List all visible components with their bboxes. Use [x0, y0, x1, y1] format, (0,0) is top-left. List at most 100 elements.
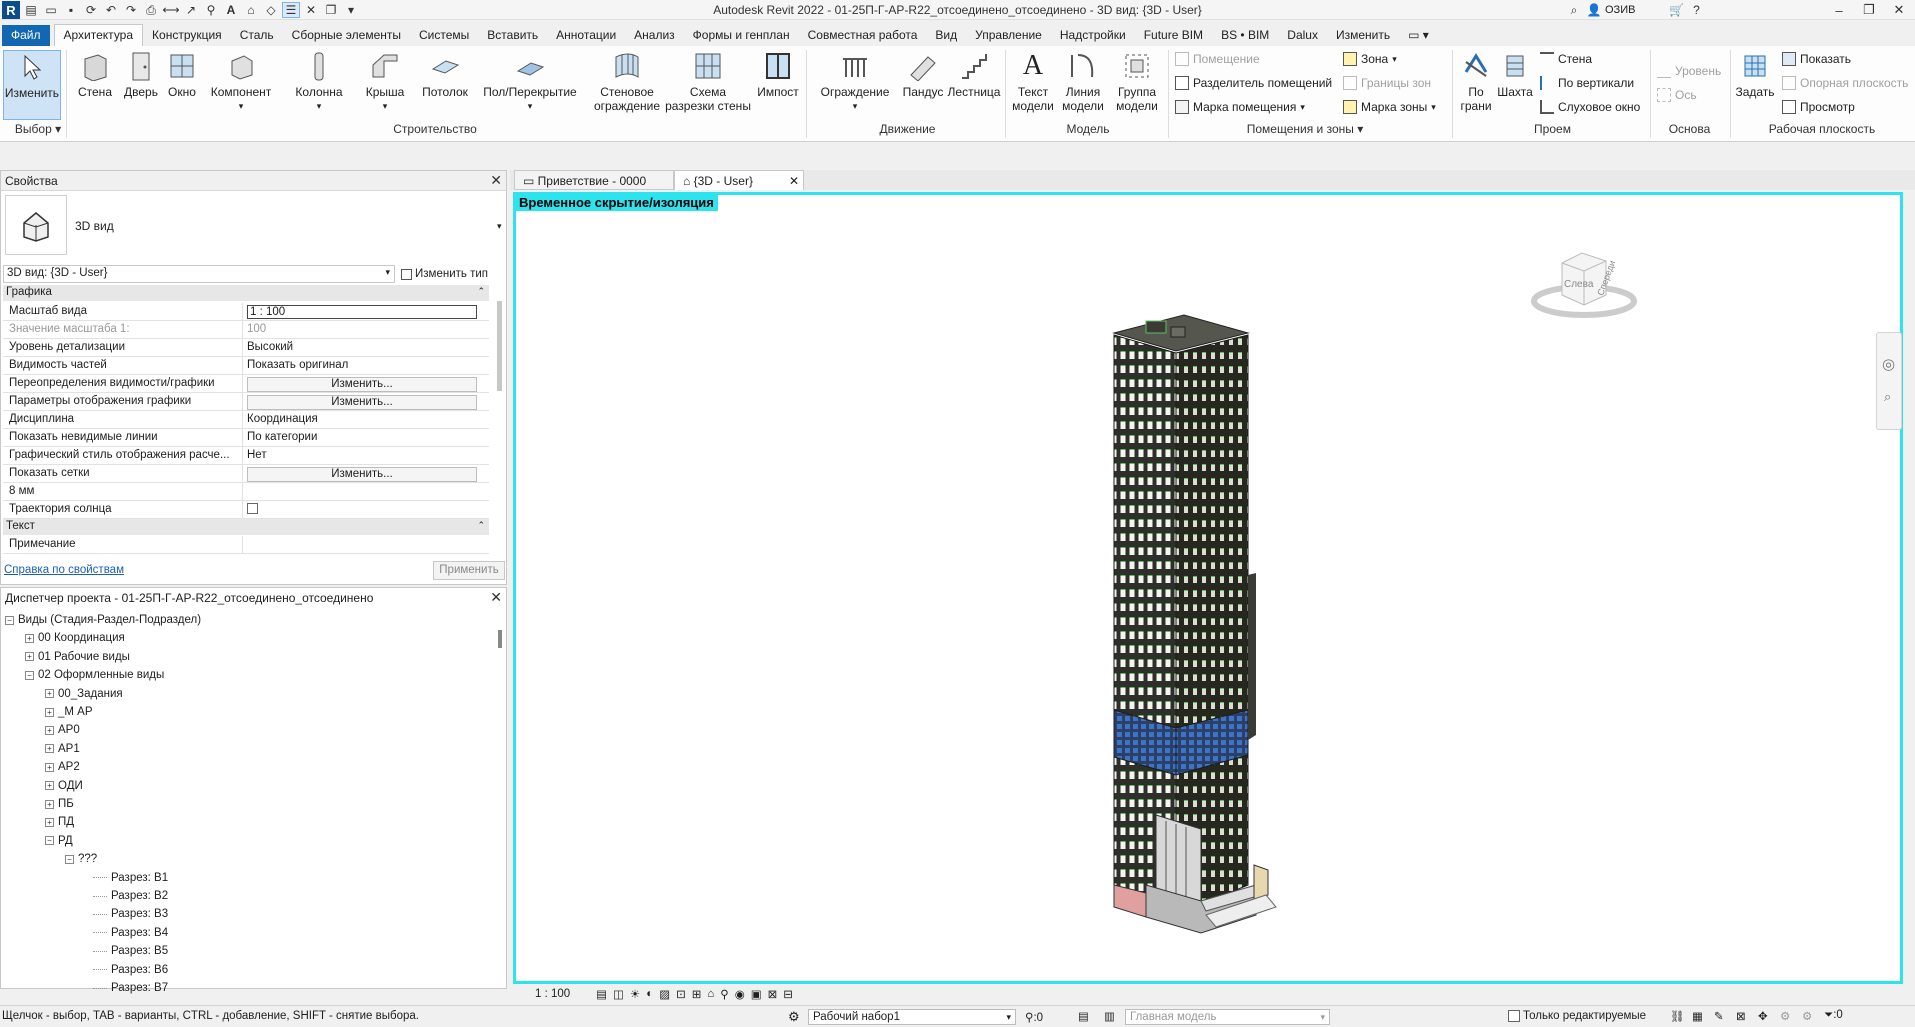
curtain-system-button[interactable]: Стеновое ограждение [592, 50, 662, 113]
room-separator-button[interactable]: Разделитель помещений [1175, 76, 1332, 90]
expand-toggle-icon[interactable]: − [5, 615, 14, 625]
tree-folder[interactable]: + ОДИ [45, 780, 83, 792]
ribbon-options-icon[interactable]: ▭ ▾ [1399, 25, 1438, 46]
type-name[interactable]: 3D вид [75, 219, 114, 233]
room-button[interactable]: Помещение [1175, 52, 1260, 66]
property-value[interactable]: 1 : 100 [243, 303, 489, 320]
expand-toggle-icon[interactable]: + [45, 781, 54, 791]
instance-selector[interactable]: 3D вид: {3D - User} ▾ [3, 265, 395, 283]
category-graphics[interactable]: Графика ⌃ [3, 285, 489, 301]
cart-icon[interactable]: 🛒 [1667, 2, 1685, 18]
expand-toggle-icon[interactable]: − [45, 836, 54, 846]
tree-folder[interactable]: + ПБ [45, 798, 74, 810]
select-links-icon[interactable]: ⛓ [1670, 1009, 1685, 1023]
design-option-selector[interactable]: Главная модель ▾ [1125, 1009, 1330, 1025]
property-value[interactable] [243, 501, 489, 518]
tree-folder[interactable]: +00 Координация [25, 632, 125, 644]
close-icon[interactable]: ✕ [490, 589, 502, 606]
tab-0[interactable]: Файл [2, 25, 50, 46]
viewcube-left-face[interactable]: Слева [1564, 279, 1593, 290]
property-value[interactable]: Высокий [243, 339, 489, 356]
property-row[interactable]: Дисциплина Координация [3, 411, 489, 429]
filter-icon[interactable]: ⏷:0 [1824, 1009, 1843, 1022]
tree-item-section[interactable]: Разрез: В7 [93, 982, 168, 994]
tree-item-section[interactable]: Разрез: В1 [93, 872, 168, 884]
close-icon[interactable]: ✕ [490, 172, 502, 189]
model-text-button[interactable]: A Текст модели [1010, 50, 1056, 114]
tree-folder[interactable]: + _М АР [45, 706, 93, 718]
type-dropdown-icon[interactable]: ▾ [497, 221, 502, 232]
edit-type-button[interactable]: Изменить тип [401, 265, 503, 283]
workset-icon[interactable]: ⚙ [788, 1009, 800, 1025]
tab-14[interactable]: Future BIM [1135, 25, 1212, 46]
checkbox[interactable] [1508, 1010, 1520, 1022]
modify-button[interactable]: Изменить [3, 50, 61, 120]
binoculars-icon[interactable]: ⌕ [1565, 2, 1583, 18]
shaft-button[interactable]: Шахта [1495, 50, 1535, 99]
roof-button[interactable]: Крыша ▾ [360, 50, 410, 113]
expand-toggle-icon[interactable]: + [45, 744, 54, 754]
close-button[interactable]: ✕ [1885, 0, 1913, 20]
ramp-button[interactable]: Пандус [898, 50, 948, 99]
property-row[interactable]: Уровень детализации Высокий [3, 339, 489, 357]
expand-toggle-icon[interactable]: + [45, 689, 54, 699]
properties-scrollbar[interactable] [497, 301, 502, 391]
tab-3d-user[interactable]: ⌂ {3D - User} ✕ [674, 170, 804, 190]
user-name[interactable]: ОЗИВ [1605, 4, 1635, 16]
close-icon[interactable]: ✕ [789, 174, 799, 188]
help-icon[interactable]: ? [1687, 2, 1705, 18]
sun-path-icon[interactable]: ☀ [630, 987, 640, 1001]
opening-by-face-button[interactable]: По грани [1458, 50, 1494, 113]
edit-button[interactable]: Изменить... [247, 377, 477, 392]
tab-3[interactable]: Сталь [231, 25, 283, 46]
expand-toggle-icon[interactable]: + [45, 762, 54, 772]
railing-button[interactable]: Ограждение ▾ [815, 50, 895, 113]
tree-folder[interactable]: −02 Оформленные виды [25, 669, 164, 681]
property-value[interactable]: Изменить... [243, 375, 489, 392]
show-workplane-button[interactable]: Показать [1782, 52, 1851, 66]
minimize-button[interactable]: – [1825, 0, 1853, 20]
analytical-model-icon[interactable]: ▣ [751, 987, 762, 1001]
background-process2-icon[interactable]: ⚙ [1802, 1009, 1812, 1023]
expand-toggle-icon[interactable]: + [45, 725, 54, 735]
property-value[interactable]: Нет [243, 447, 489, 464]
design-options-icon[interactable]: ▤ [1078, 1009, 1089, 1023]
tree-item-section[interactable]: Разрез: В4 [93, 927, 168, 939]
property-value[interactable]: По категории [243, 429, 489, 446]
room-group-label[interactable]: Помещения и зоны ▾ [1170, 122, 1440, 136]
property-value[interactable]: Показать оригинал [243, 357, 489, 374]
tab-11[interactable]: Вид [926, 25, 966, 46]
vertical-opening-button[interactable]: По вертикали [1540, 76, 1634, 90]
model-group-button[interactable]: Группа модели [1112, 50, 1162, 113]
select-underlay-icon[interactable]: ▦ [1692, 1009, 1703, 1023]
select-by-face-icon[interactable]: ⊠ [1736, 1009, 1746, 1023]
property-row[interactable]: Траектория солнца [3, 501, 489, 519]
tab-2[interactable]: Конструкция [143, 25, 231, 46]
unlocked-3d-icon[interactable]: ⌂ [707, 988, 714, 1000]
tab-9[interactable]: Формы и генплан [684, 25, 799, 46]
property-row[interactable]: Переопределения видимости/графики Изменит… [3, 375, 489, 393]
workset-selector[interactable]: Рабочий набор1 ▾ [808, 1009, 1016, 1025]
browser-scrollbar[interactable] [498, 630, 502, 648]
tab-13[interactable]: Надстройки [1051, 25, 1135, 46]
tree-folder[interactable]: + ПД [45, 816, 74, 828]
model-line-button[interactable]: Линия модели [1060, 50, 1106, 113]
ref-plane-button[interactable]: Опорная плоскость [1782, 76, 1908, 90]
room-tag-button[interactable]: Марка помещения ▾ [1175, 100, 1305, 114]
workplane-viewer-button[interactable]: Просмотр [1782, 100, 1855, 114]
tab-10[interactable]: Совместная работа [799, 25, 927, 46]
note-row[interactable]: Примечание [3, 536, 489, 554]
property-value[interactable] [243, 483, 489, 500]
property-value[interactable]: 100 [243, 321, 489, 338]
property-row[interactable]: Видимость частей Показать оригинал [3, 357, 489, 375]
property-row[interactable]: Показать невидимые линии По категории [3, 429, 489, 447]
temporary-hide-icon[interactable]: ⚲ [720, 987, 728, 1001]
user-icon[interactable]: 👤 [1585, 2, 1603, 18]
property-row[interactable]: 8 мм [3, 483, 489, 501]
property-row[interactable]: Масштаб вида 1 : 100 [3, 303, 489, 321]
steering-wheel-icon[interactable]: ◎ [1882, 355, 1895, 373]
tree-root[interactable]: − Виды (Стадия-Раздел-Подраздел) [5, 614, 201, 626]
stair-button[interactable]: Лестница [948, 50, 1000, 99]
apply-button[interactable]: Применить [433, 561, 505, 580]
tree-folder[interactable]: + АР2 [45, 761, 80, 773]
